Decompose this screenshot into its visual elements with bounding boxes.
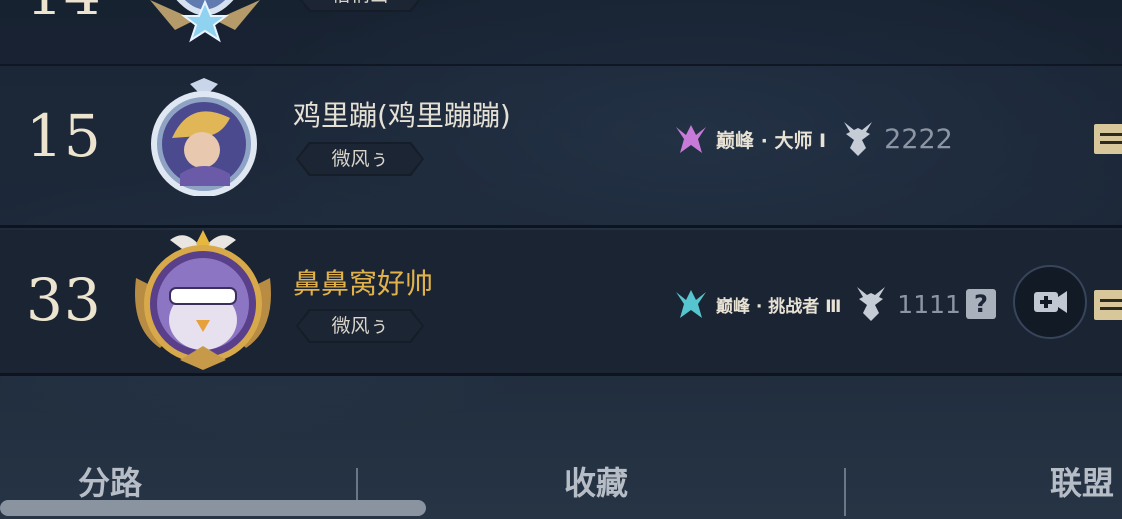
score-value: 1111: [897, 289, 961, 319]
rank-number: 33: [26, 266, 102, 334]
video-add-icon: [1034, 291, 1067, 313]
tier-info: 巅峰 · 大师 Ⅰ 2222: [674, 120, 953, 158]
record-icon[interactable]: [1094, 124, 1122, 154]
record-icon[interactable]: [1094, 290, 1122, 320]
nickname-tag: 微风ぅ: [296, 309, 424, 343]
player-name: 鸡里蹦(鸡里蹦蹦): [293, 99, 511, 132]
nav-alliance[interactable]: 联盟: [1050, 458, 1114, 504]
player-name: 鼻鼻窝好帅: [293, 267, 434, 300]
leaderboard-row-33[interactable]: 33 鼻鼻窝好帅 微风ぅ 巅峰 · 挑战者 Ⅲ 1111: [0, 230, 1122, 376]
peak-tier-icon: [676, 290, 706, 318]
deer-crest-icon: [857, 287, 886, 321]
divider: [844, 468, 846, 516]
question-icon[interactable]: ?: [966, 289, 996, 319]
nav-lane[interactable]: 分路: [78, 458, 142, 504]
deer-crest-icon: [844, 122, 873, 156]
rank-number: 15: [26, 102, 102, 170]
bottom-nav: 分路 收藏 联盟: [0, 378, 1122, 519]
peak-tier-icon: [676, 125, 706, 153]
tier-label: 巅峰 · 挑战者 Ⅲ: [716, 296, 842, 317]
avatar-frame-icon[interactable]: [150, 0, 260, 46]
leaderboard-row-14[interactable]: 14 梧桐山: [0, 0, 1122, 66]
nickname-tag: 梧桐山: [296, 0, 424, 12]
score-value: 2222: [884, 123, 953, 155]
video-add-button[interactable]: [1013, 265, 1087, 339]
nickname-tag: 微风ぅ: [296, 142, 424, 176]
nav-favorites[interactable]: 收藏: [564, 458, 628, 504]
player-avatar[interactable]: [150, 78, 258, 197]
leaderboard-row-15[interactable]: 15 鸡里蹦(鸡里蹦蹦) 微风ぅ 巅峰 · 大师 Ⅰ 2222: [0, 66, 1122, 228]
horizontal-scrollbar[interactable]: [0, 500, 426, 516]
tier-label: 巅峰 · 大师 Ⅰ: [716, 129, 827, 152]
tier-info: 巅峰 · 挑战者 Ⅲ 1111: [674, 285, 961, 323]
player-avatar[interactable]: [130, 228, 276, 372]
rank-number: 14: [26, 0, 106, 28]
